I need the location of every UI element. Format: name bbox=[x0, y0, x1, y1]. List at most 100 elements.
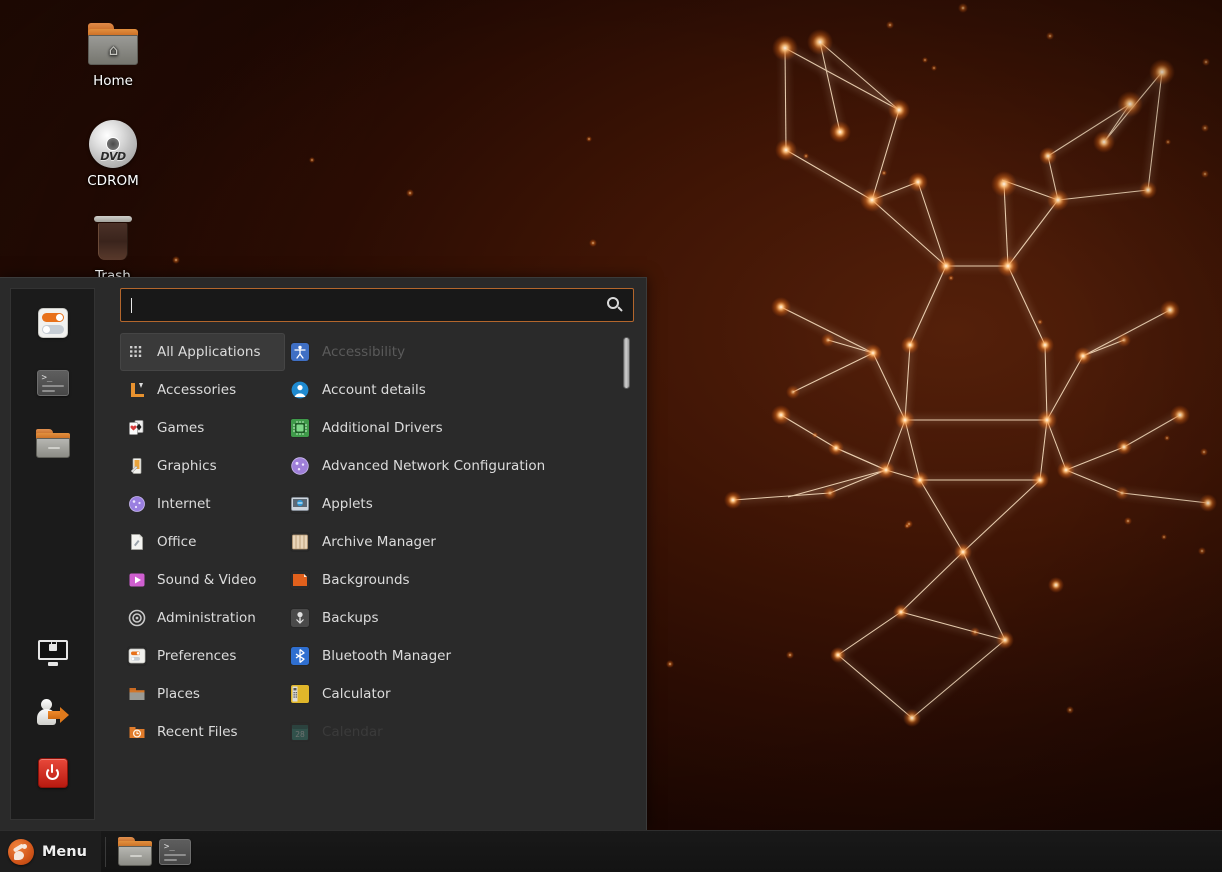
taskbar[interactable]: Menu >_ bbox=[0, 830, 1222, 872]
category-label: Games bbox=[157, 420, 204, 436]
graphics-icon bbox=[128, 457, 146, 475]
office-doc-icon bbox=[128, 533, 146, 551]
app-item-label: Account details bbox=[322, 382, 426, 398]
application-list-scroll-area[interactable]: Accessibility Account details bbox=[285, 333, 632, 830]
app-item-accessibility[interactable]: Accessibility bbox=[285, 333, 632, 371]
folder-home-icon: ⌂ bbox=[58, 18, 168, 70]
category-list[interactable]: All Applications Accessories bbox=[95, 333, 285, 830]
app-item-archive-manager[interactable]: Archive Manager bbox=[285, 523, 632, 561]
app-item-backgrounds[interactable]: Backgrounds bbox=[285, 561, 632, 599]
folder-icon bbox=[36, 429, 70, 458]
recent-files-icon bbox=[128, 723, 146, 741]
category-preferences[interactable]: Preferences bbox=[120, 637, 285, 675]
app-item-label: Applets bbox=[322, 496, 373, 512]
category-label: All Applications bbox=[157, 344, 261, 360]
desktop-icon-label: Home bbox=[58, 74, 168, 89]
accessibility-icon bbox=[291, 343, 309, 361]
category-places[interactable]: Places bbox=[120, 675, 285, 713]
session-lock-screen[interactable] bbox=[33, 633, 73, 673]
taskbar-menu-label: Menu bbox=[42, 844, 87, 860]
category-graphics[interactable]: Graphics bbox=[120, 447, 285, 485]
app-item-advanced-network-configuration[interactable]: Advanced Network Configuration bbox=[285, 447, 632, 485]
internet-globe-icon bbox=[128, 495, 146, 513]
places-folder-icon bbox=[128, 685, 146, 703]
taskbar-menu-button[interactable]: Menu bbox=[0, 831, 101, 872]
category-administration[interactable]: Administration bbox=[120, 599, 285, 637]
favorite-terminal[interactable]: >_ bbox=[33, 363, 73, 403]
menu-main-area: All Applications Accessories bbox=[95, 278, 646, 830]
category-internet[interactable]: Internet bbox=[120, 485, 285, 523]
category-label: Graphics bbox=[157, 458, 217, 474]
calculator-icon bbox=[291, 685, 309, 703]
calendar-icon: 28 bbox=[291, 723, 309, 741]
favorite-files[interactable] bbox=[33, 423, 73, 463]
taskbar-separator bbox=[105, 837, 106, 867]
category-label: Places bbox=[157, 686, 200, 702]
taskbar-files-launcher[interactable] bbox=[118, 835, 152, 869]
games-cards-icon bbox=[128, 419, 146, 437]
app-list-scrollbar[interactable] bbox=[623, 333, 630, 830]
category-office[interactable]: Office bbox=[120, 523, 285, 561]
app-item-label: Additional Drivers bbox=[322, 420, 443, 436]
dvd-disc-label: DVD bbox=[89, 150, 137, 163]
category-label: Administration bbox=[157, 610, 256, 626]
application-list[interactable]: Accessibility Account details bbox=[285, 333, 646, 830]
applets-icon bbox=[291, 495, 309, 513]
category-games[interactable]: Games bbox=[120, 409, 285, 447]
category-label: Office bbox=[157, 534, 196, 550]
application-menu-panel[interactable]: >_ bbox=[0, 277, 647, 830]
text-caret bbox=[131, 298, 132, 313]
taskbar-terminal-launcher[interactable]: >_ bbox=[158, 835, 192, 869]
desktop-icon-label: CDROM bbox=[58, 174, 168, 189]
sound-video-icon bbox=[128, 571, 146, 589]
scrollbar-thumb[interactable] bbox=[623, 337, 630, 389]
terminal-icon: >_ bbox=[159, 839, 191, 865]
account-details-icon bbox=[291, 381, 309, 399]
terminal-icon: >_ bbox=[37, 370, 69, 396]
app-item-bluetooth-manager[interactable]: Bluetooth Manager bbox=[285, 637, 632, 675]
category-all-applications[interactable]: All Applications bbox=[120, 333, 285, 371]
category-recent-files[interactable]: Recent Files bbox=[120, 713, 285, 751]
preferences-icon bbox=[128, 647, 146, 665]
desktop-icon-cdrom[interactable]: DVD CDROM bbox=[58, 118, 168, 189]
category-label: Preferences bbox=[157, 648, 236, 664]
settings-toggles-icon bbox=[38, 308, 68, 338]
app-item-applets[interactable]: Applets bbox=[285, 485, 632, 523]
additional-drivers-icon bbox=[291, 419, 309, 437]
search-input[interactable] bbox=[133, 297, 607, 313]
network-config-icon bbox=[291, 457, 309, 475]
app-item-label: Backups bbox=[322, 610, 379, 626]
app-item-label: Archive Manager bbox=[322, 534, 436, 550]
mint-menu-logo-icon bbox=[8, 839, 34, 865]
backups-icon bbox=[291, 609, 309, 627]
lock-screen-icon bbox=[38, 640, 68, 666]
session-quit[interactable] bbox=[33, 753, 73, 793]
category-label: Internet bbox=[157, 496, 211, 512]
app-item-calendar[interactable]: 28 Calendar bbox=[285, 713, 632, 751]
category-sound-video[interactable]: Sound & Video bbox=[120, 561, 285, 599]
favorite-system-settings[interactable] bbox=[33, 303, 73, 343]
app-item-additional-drivers[interactable]: Additional Drivers bbox=[285, 409, 632, 447]
session-logout[interactable] bbox=[33, 693, 73, 733]
category-label: Recent Files bbox=[157, 724, 238, 740]
app-item-account-details[interactable]: Account details bbox=[285, 371, 632, 409]
dvd-disc-icon: DVD bbox=[58, 118, 168, 170]
menu-lists: All Applications Accessories bbox=[95, 322, 646, 830]
menu-favorites-sidebar[interactable]: >_ bbox=[10, 288, 95, 820]
category-accessories[interactable]: Accessories bbox=[120, 371, 285, 409]
search-icon[interactable] bbox=[607, 297, 623, 313]
folder-icon bbox=[118, 837, 152, 866]
app-item-label: Calculator bbox=[322, 686, 391, 702]
desktop-icon-home[interactable]: ⌂ Home bbox=[58, 18, 168, 89]
power-icon bbox=[38, 758, 68, 788]
app-item-label: Accessibility bbox=[322, 344, 405, 360]
backgrounds-icon bbox=[291, 571, 309, 589]
bluetooth-icon bbox=[291, 647, 309, 665]
search-box[interactable] bbox=[120, 288, 634, 322]
app-item-backups[interactable]: Backups bbox=[285, 599, 632, 637]
menu-search-row bbox=[95, 288, 646, 322]
accessories-icon bbox=[128, 381, 146, 399]
grid-dots-icon bbox=[128, 343, 146, 361]
app-item-calculator[interactable]: Calculator bbox=[285, 675, 632, 713]
desktop-icon-trash[interactable]: Trash bbox=[58, 213, 168, 284]
